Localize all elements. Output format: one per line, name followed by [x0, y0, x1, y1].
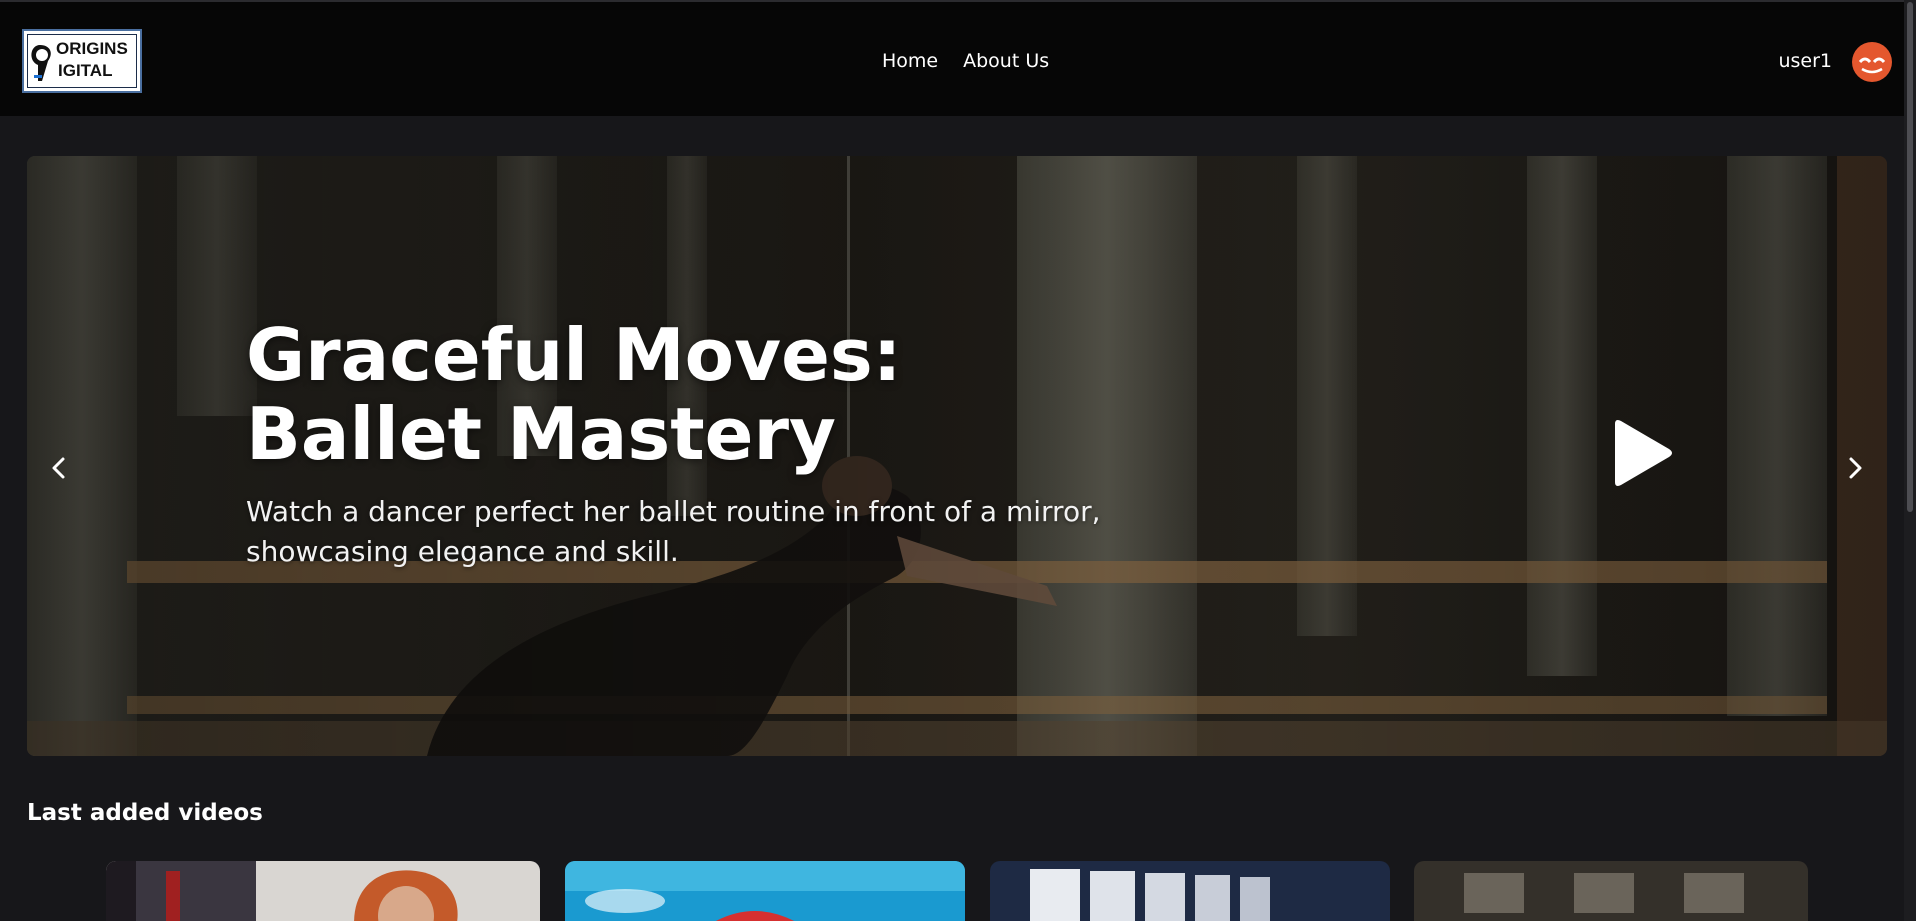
hero-description: Watch a dancer perfect her ballet routin… [246, 495, 1101, 568]
last-added-videos-heading: Last added videos [27, 800, 263, 826]
last-added-videos-row [0, 861, 1916, 921]
hero-title: Graceful Moves: Ballet Mastery [246, 313, 902, 476]
logo-text-origins: ORIGINS [56, 39, 128, 58]
logo-text-digital: IGITAL [58, 61, 113, 80]
video-thumbnail[interactable] [990, 861, 1390, 921]
nav-home-link[interactable]: Home [882, 50, 938, 72]
scrollbar-thumb[interactable] [1907, 2, 1913, 512]
play-icon [1615, 420, 1672, 486]
carousel-next-button[interactable] [1841, 454, 1869, 482]
hero-carousel: Graceful Moves: Ballet Mastery Watch a d… [27, 156, 1887, 756]
main-nav: Home About Us [882, 50, 1049, 72]
page-scrollbar[interactable] [1904, 0, 1916, 921]
chevron-right-icon [1849, 457, 1862, 479]
video-thumbnail[interactable] [565, 861, 965, 921]
play-video-button[interactable] [1607, 418, 1675, 488]
nav-about-us-link[interactable]: About Us [963, 50, 1049, 72]
top-navbar: ORIGINS IGITAL Home About Us user1 [0, 0, 1916, 116]
video-thumbnail[interactable] [1414, 861, 1808, 921]
user-avatar[interactable] [1852, 42, 1892, 82]
avatar-face-icon [1858, 57, 1886, 74]
chevron-left-icon [52, 457, 65, 479]
carousel-prev-button[interactable] [45, 454, 73, 482]
origins-digital-logo[interactable]: ORIGINS IGITAL [22, 29, 142, 93]
video-thumbnail[interactable] [106, 861, 540, 921]
username-label[interactable]: user1 [1778, 50, 1832, 72]
